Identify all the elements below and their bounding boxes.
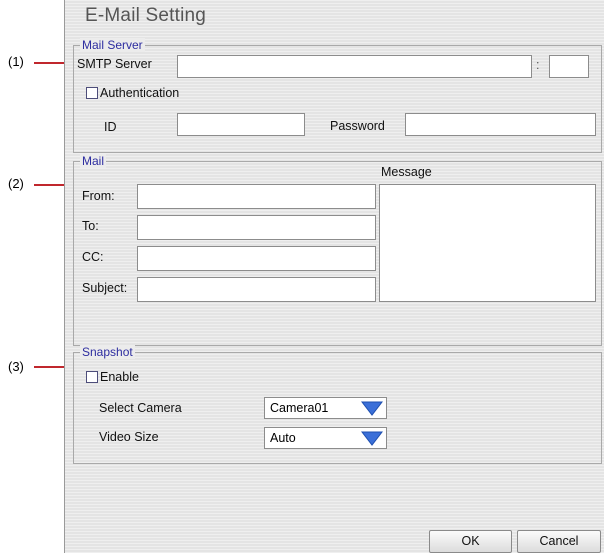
password-input[interactable] [405,113,596,136]
callout-1: (1) [8,54,24,69]
callout-3: (3) [8,359,24,374]
select-camera-dropdown[interactable]: Camera01 [264,397,387,419]
smtp-server-label: SMTP Server [77,57,152,71]
cc-input[interactable] [137,246,376,271]
password-label: Password [330,119,385,133]
mail-server-group: Mail Server SMTP Server : Authentication… [73,38,602,153]
subject-input[interactable] [137,277,376,302]
authentication-checkbox[interactable] [86,87,98,99]
authentication-label: Authentication [100,86,180,100]
message-textarea[interactable] [379,184,596,302]
mail-group: Mail Message From: To: CC: Subject: [73,154,602,346]
dialog-title: E-Mail Setting [85,5,207,26]
id-label: ID [104,120,117,134]
enable-checkbox[interactable] [86,371,98,383]
to-label: To: [82,219,99,233]
mail-legend: Mail [80,154,107,168]
message-label: Message [381,165,432,179]
to-input[interactable] [137,215,376,240]
mail-server-legend: Mail Server [80,38,145,52]
video-size-dropdown[interactable]: Auto [264,427,387,449]
select-camera-value: Camera01 [270,401,329,415]
subject-label: Subject: [82,281,128,295]
enable-label: Enable [100,370,139,384]
video-size-value: Auto [270,431,296,445]
from-input[interactable] [137,184,376,209]
snapshot-group: Snapshot Enable Select Camera Camera01 V… [73,345,602,464]
snapshot-legend: Snapshot [80,345,135,359]
smtp-port-input[interactable] [549,55,589,78]
chevron-down-icon [361,401,383,416]
email-setting-dialog: E-Mail Setting Mail Server SMTP Server :… [64,0,604,553]
cc-label: CC: [82,250,104,264]
port-separator: : [536,58,540,72]
callout-2: (2) [8,176,24,191]
select-camera-label: Select Camera [99,401,182,415]
ok-button[interactable]: OK [429,530,512,553]
smtp-server-input[interactable] [177,55,532,78]
cancel-button[interactable]: Cancel [517,530,601,553]
from-label: From: [82,189,115,203]
id-input[interactable] [177,113,305,136]
video-size-label: Video Size [99,430,159,444]
chevron-down-icon [361,431,383,446]
